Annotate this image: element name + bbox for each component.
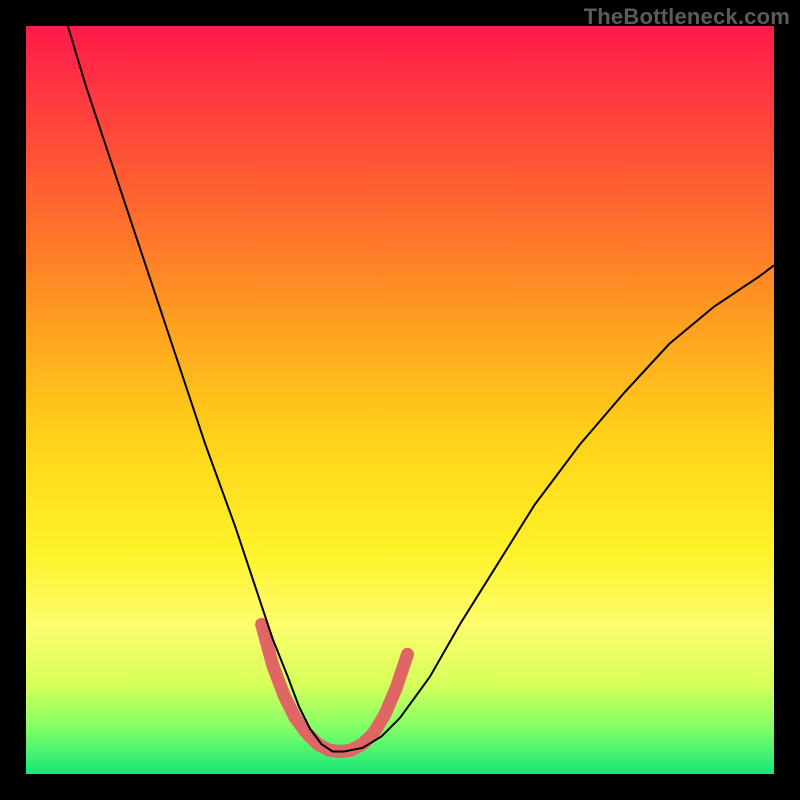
watermark-text: TheBottleneck.com bbox=[584, 4, 790, 30]
curve-svg bbox=[26, 26, 774, 774]
chart-frame: TheBottleneck.com bbox=[0, 0, 800, 800]
main-curve-path bbox=[63, 26, 774, 752]
plot-area bbox=[26, 26, 774, 774]
